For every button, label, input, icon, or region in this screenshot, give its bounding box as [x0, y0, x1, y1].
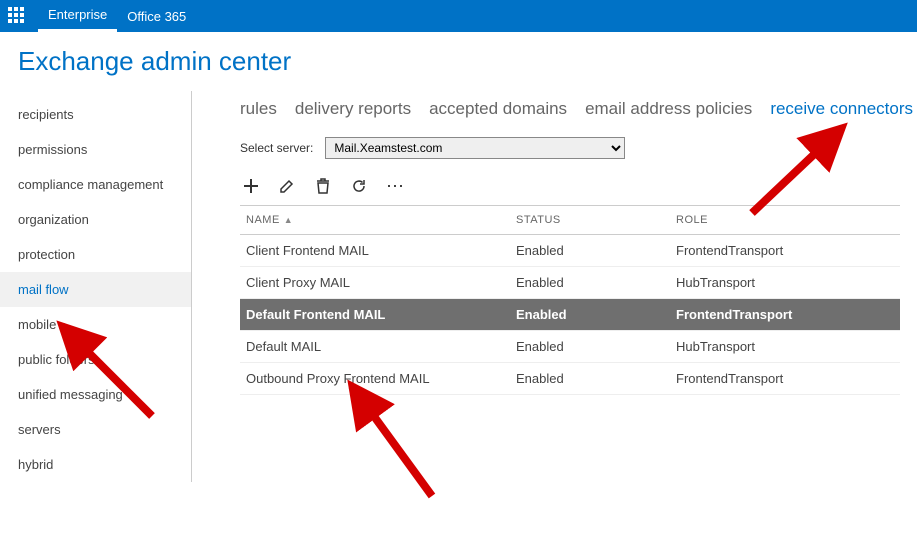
tab-email-address-policies[interactable]: email address policies: [585, 99, 752, 119]
table-row[interactable]: Default Frontend MAILEnabledFrontendTran…: [240, 299, 900, 331]
toolbar: ⋯: [240, 177, 917, 205]
table-row[interactable]: Default MAILEnabledHubTransport: [240, 331, 900, 363]
cell-role: FrontendTransport: [670, 235, 900, 267]
add-icon[interactable]: [242, 177, 260, 195]
cell-status: Enabled: [510, 299, 670, 331]
page-title: Exchange admin center: [0, 32, 917, 91]
cell-role: HubTransport: [670, 267, 900, 299]
cell-role: FrontendTransport: [670, 299, 900, 331]
sidebar-item-mailflow[interactable]: mail flow: [0, 272, 191, 307]
sidebar-item-protection[interactable]: protection: [0, 237, 191, 272]
more-icon[interactable]: ⋯: [386, 177, 404, 195]
app-launcher-icon[interactable]: [8, 7, 26, 25]
pivot-tabs: rules delivery reports accepted domains …: [240, 91, 917, 137]
sidebar-item-organization[interactable]: organization: [0, 202, 191, 237]
connector-table: NAME▲ STATUS ROLE Client Frontend MAILEn…: [240, 205, 900, 395]
table-row[interactable]: Client Frontend MAILEnabledFrontendTrans…: [240, 235, 900, 267]
tab-rules[interactable]: rules: [240, 99, 277, 119]
cell-status: Enabled: [510, 267, 670, 299]
cell-role: FrontendTransport: [670, 363, 900, 395]
cell-name: Client Proxy MAIL: [240, 267, 510, 299]
sidebar-item-mobile[interactable]: mobile: [0, 307, 191, 342]
topbar-tab-enterprise[interactable]: Enterprise: [38, 0, 117, 32]
cell-name: Outbound Proxy Frontend MAIL: [240, 363, 510, 395]
refresh-icon[interactable]: [350, 177, 368, 195]
column-header-status[interactable]: STATUS: [510, 206, 670, 235]
topbar-tab-office365[interactable]: Office 365: [117, 0, 196, 32]
cell-role: HubTransport: [670, 331, 900, 363]
sidebar: recipients permissions compliance manage…: [0, 91, 192, 482]
sidebar-item-permissions[interactable]: permissions: [0, 132, 191, 167]
sort-asc-icon: ▲: [284, 215, 293, 225]
topbar: Enterprise Office 365: [0, 0, 917, 32]
server-label: Select server:: [240, 141, 313, 155]
table-row[interactable]: Outbound Proxy Frontend MAILEnabledFront…: [240, 363, 900, 395]
table-row[interactable]: Client Proxy MAILEnabledHubTransport: [240, 267, 900, 299]
tab-receive-connectors[interactable]: receive connectors: [770, 99, 913, 119]
sidebar-item-recipients[interactable]: recipients: [0, 97, 191, 132]
sidebar-item-um[interactable]: unified messaging: [0, 377, 191, 412]
cell-name: Default MAIL: [240, 331, 510, 363]
delete-icon[interactable]: [314, 177, 332, 195]
cell-status: Enabled: [510, 235, 670, 267]
sidebar-item-hybrid[interactable]: hybrid: [0, 447, 191, 482]
cell-status: Enabled: [510, 363, 670, 395]
server-select[interactable]: Mail.Xeamstest.com: [325, 137, 625, 159]
sidebar-item-servers[interactable]: servers: [0, 412, 191, 447]
sidebar-item-compliance[interactable]: compliance management: [0, 167, 191, 202]
column-header-role[interactable]: ROLE: [670, 206, 900, 235]
edit-icon[interactable]: [278, 177, 296, 195]
column-header-name[interactable]: NAME▲: [240, 206, 510, 235]
main-content: rules delivery reports accepted domains …: [192, 91, 917, 482]
tab-delivery-reports[interactable]: delivery reports: [295, 99, 411, 119]
cell-name: Client Frontend MAIL: [240, 235, 510, 267]
cell-status: Enabled: [510, 331, 670, 363]
tab-accepted-domains[interactable]: accepted domains: [429, 99, 567, 119]
sidebar-item-publicfolders[interactable]: public folders: [0, 342, 191, 377]
cell-name: Default Frontend MAIL: [240, 299, 510, 331]
